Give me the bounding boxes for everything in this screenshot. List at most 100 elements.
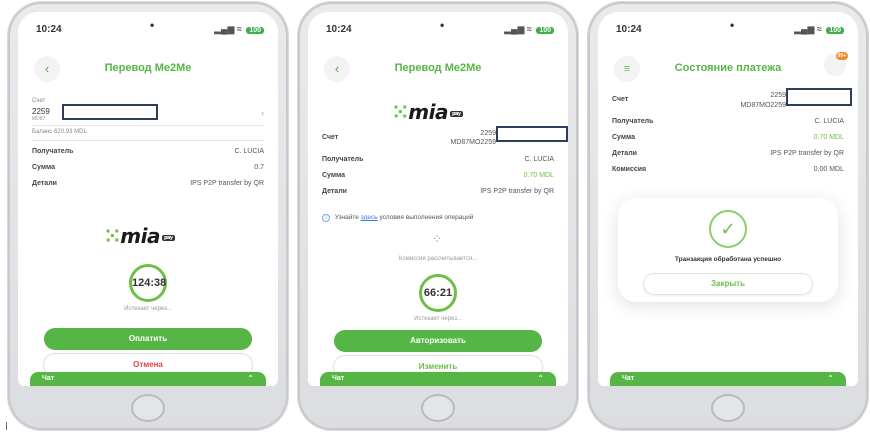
- loading-spinner-icon: ⁘: [432, 232, 444, 246]
- page-title: Состояние платежа: [674, 62, 782, 74]
- camera-dot: •: [730, 18, 735, 32]
- phone3-header: ≡ Состояние платежа 99+: [598, 52, 858, 86]
- expires-caption: Истекает через...: [124, 306, 172, 312]
- row-key: Сумма: [32, 164, 56, 171]
- divider: [32, 140, 264, 141]
- camera-dot: •: [440, 18, 445, 32]
- detail-row: Получатель C. LUCIA: [322, 156, 554, 168]
- edge-mark: [6, 422, 7, 430]
- row-value: 0.7: [254, 164, 264, 171]
- chat-bar[interactable]: Чат ⌃: [320, 372, 556, 386]
- row-value: 0.00 MDL: [813, 166, 844, 173]
- redacted-account: [786, 88, 852, 106]
- row-key: Получатель: [32, 148, 74, 155]
- success-message: Транзакция обработана успешно: [674, 256, 782, 263]
- battery-icon: 100: [246, 27, 264, 34]
- countdown-timer: 124:38: [129, 264, 167, 302]
- chat-label: Чат: [42, 375, 55, 382]
- row-value: 0.70 MDL: [813, 134, 844, 141]
- phone2-screen: 10:24 • ▂▄▆ ≈ 100 ‹ Перевод Me2Me ⁙mia pa…: [308, 12, 568, 386]
- signal-icon: ▂▄▆ ≈ 100: [504, 24, 554, 35]
- redacted-account: [62, 104, 158, 120]
- row-key: Получатель: [612, 118, 654, 125]
- page-title: Перевод Me2Me: [104, 62, 192, 74]
- mia-logo-text: mia: [408, 100, 448, 124]
- success-card: ✓ Транзакция обработана успешно Закрыть: [618, 198, 838, 302]
- mia-logo: ⁙mia pay: [104, 224, 175, 248]
- row-value: IPS P2P transfer by QR: [770, 150, 844, 157]
- phone1-screen: 10:24 • ▂▄▆ ≈ 100 ‹ Перевод Me2Me Счет 2…: [18, 12, 278, 386]
- home-button[interactable]: [711, 394, 745, 422]
- account-number: 2259: [32, 107, 50, 116]
- row-key: Сумма: [322, 172, 346, 179]
- chat-label: Чат: [332, 375, 345, 382]
- row-value: C. LUCIA: [814, 118, 844, 125]
- authorize-button[interactable]: Авторизовать: [334, 330, 542, 352]
- signal-icon: ▂▄▆ ≈ 100: [794, 24, 844, 35]
- expires-caption: Истекает через...: [414, 316, 462, 322]
- balance-text: Баланс 620.93 MDL: [32, 129, 87, 135]
- chat-bar[interactable]: Чат ⌃: [610, 372, 846, 386]
- info-icon: i: [322, 214, 330, 222]
- status-bar: 10:24 • ▂▄▆ ≈ 100: [616, 18, 844, 38]
- home-button[interactable]: [131, 394, 165, 422]
- phone3-screen: 10:24 • ▂▄▆ ≈ 100 ≡ Состояние платежа 99…: [598, 12, 858, 386]
- terms-info: i Узнайте здесь условия выполнения опера…: [322, 214, 554, 222]
- commission-caption: Комиссия рассчитывается...: [398, 256, 478, 262]
- countdown-timer: 66:21: [419, 274, 457, 312]
- phone-frame-3: 10:24 • ▂▄▆ ≈ 100 ≡ Состояние платежа 99…: [588, 2, 868, 430]
- detail-row: Получатель C. LUCIA: [32, 148, 264, 160]
- status-time: 10:24: [616, 24, 642, 35]
- detail-row: Детали IPS P2P transfer by QR: [612, 150, 844, 162]
- detail-row: Получатель C. LUCIA: [612, 118, 844, 130]
- status-bar: 10:24 • ▂▄▆ ≈ 100: [326, 18, 554, 38]
- row-key: Детали: [32, 180, 57, 187]
- mia-logo-text: mia: [120, 224, 160, 248]
- account-iban: MD87MO2259: [740, 102, 786, 109]
- row-key: Получатель: [322, 156, 364, 163]
- close-button[interactable]: Закрыть: [644, 274, 812, 294]
- phone-frame-1: 10:24 • ▂▄▆ ≈ 100 ‹ Перевод Me2Me Счет 2…: [8, 2, 288, 430]
- terms-link[interactable]: здесь: [361, 214, 378, 221]
- detail-row: Сумма 0.70 MDL: [322, 172, 554, 184]
- account-iban: MD87MO2259: [450, 139, 496, 146]
- info-prefix: Узнайте: [334, 214, 359, 221]
- phone2-header: ‹ Перевод Me2Me: [308, 52, 568, 86]
- row-key: Детали: [612, 150, 637, 157]
- notification-badge: 99+: [835, 52, 848, 60]
- phone1-header: ‹ Перевод Me2Me: [18, 52, 278, 86]
- account-number: 2259: [770, 92, 786, 99]
- status-time: 10:24: [36, 24, 62, 35]
- home-button[interactable]: [421, 394, 455, 422]
- status-time: 10:24: [326, 24, 352, 35]
- row-value: IPS P2P transfer by QR: [190, 180, 264, 187]
- camera-dot: •: [150, 18, 155, 32]
- battery-icon: 100: [826, 27, 844, 34]
- account-number: 2259: [480, 130, 496, 137]
- detail-row: Детали IPS P2P transfer by QR: [322, 188, 554, 200]
- detail-row: Детали IPS P2P transfer by QR: [32, 180, 264, 192]
- phone-frame-2: 10:24 • ▂▄▆ ≈ 100 ‹ Перевод Me2Me ⁙mia pa…: [298, 2, 578, 430]
- status-bar: 10:24 • ▂▄▆ ≈ 100: [36, 18, 264, 38]
- info-suffix: условия выполнения операций: [379, 214, 474, 221]
- detail-row: Комиссия 0.00 MDL: [612, 166, 844, 178]
- account-label: Счет: [322, 134, 339, 141]
- chevron-right-icon[interactable]: ›: [261, 108, 264, 118]
- chevron-up-icon: ⌃: [537, 374, 544, 383]
- account-label: Счет: [612, 96, 629, 103]
- pay-button[interactable]: Оплатить: [44, 328, 252, 350]
- row-key: Сумма: [612, 134, 636, 141]
- chat-label: Чат: [622, 375, 635, 382]
- chevron-up-icon: ⌃: [247, 374, 254, 383]
- row-value: C. LUCIA: [524, 156, 554, 163]
- checkmark-icon: ✓: [709, 210, 747, 248]
- divider: [32, 125, 264, 126]
- row-value: IPS P2P transfer by QR: [480, 188, 554, 195]
- chat-bar[interactable]: Чат ⌃: [30, 372, 266, 386]
- signal-icon: ▂▄▆ ≈ 100: [214, 24, 264, 35]
- notification-bell-icon[interactable]: 99+: [824, 52, 848, 76]
- row-key: Комиссия: [612, 166, 647, 173]
- redacted-account: [496, 126, 568, 142]
- account-iban: MD87: [32, 116, 46, 122]
- page-title: Перевод Me2Me: [394, 62, 482, 74]
